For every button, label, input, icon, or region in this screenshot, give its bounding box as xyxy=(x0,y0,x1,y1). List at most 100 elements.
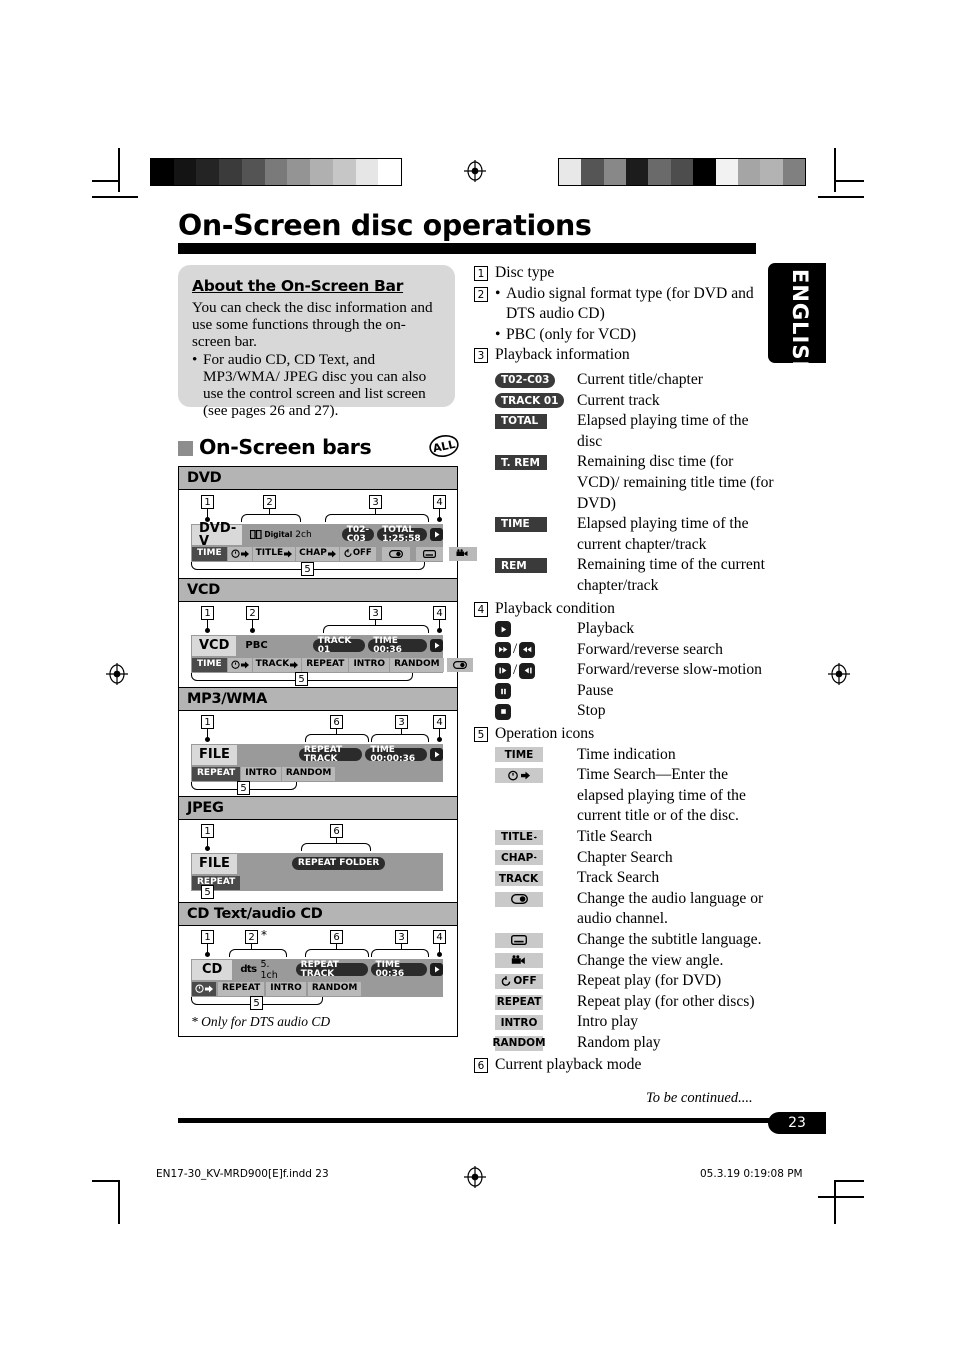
channel-label: 2ch xyxy=(295,529,312,540)
registration-mark-top xyxy=(464,160,486,182)
op-icon-random[interactable]: RANDOM xyxy=(390,657,444,672)
chip-desc: Repeat play (for other discs) xyxy=(577,992,755,1010)
legend-number: 2 xyxy=(474,286,488,302)
legend-item-2: 2 Audio signal format type (for DVD and … xyxy=(474,284,774,346)
audio-icon[interactable] xyxy=(381,546,410,561)
icon-desc: Time Search—Enter the elapsed playing ti… xyxy=(577,766,746,825)
op-icon-chap[interactable]: CHAP xyxy=(296,546,339,561)
callout-2-brace xyxy=(229,949,287,957)
legend-bullet: PBC (only for VCD) xyxy=(495,325,774,346)
op-icon-title-label: TITLE xyxy=(255,548,284,558)
callout-4-dot xyxy=(437,628,442,633)
disc-type-chip: VCD xyxy=(192,635,237,656)
op-icon-repeat[interactable]: REPEAT xyxy=(192,875,241,890)
op-icon-repeat[interactable]: REPEAT xyxy=(192,766,241,781)
title-chapter-chip: T02-C03 xyxy=(495,372,556,388)
legend-item-3: 3 Playback information xyxy=(474,345,774,366)
icon-key xyxy=(495,765,577,786)
title-rule xyxy=(178,243,756,254)
op-icon-title[interactable]: TITLE xyxy=(252,546,296,561)
legend-row: Change the audio language or audio chann… xyxy=(495,889,774,930)
bar-section-title-mp3wma: MP3/WMA xyxy=(179,688,457,711)
track-search-chip: TRACK xyxy=(495,871,543,887)
callout-4: 4 xyxy=(433,930,446,944)
crop-mark-tr-h2 xyxy=(818,196,864,198)
icon-desc: Pause xyxy=(577,681,614,699)
to-be-continued: To be continued.... xyxy=(646,1090,753,1106)
subtitle-icon[interactable] xyxy=(415,546,443,561)
crop-mark-br-v xyxy=(834,1180,836,1224)
op-icon-intro[interactable]: INTRO xyxy=(266,981,306,996)
about-bullet: For audio CD, CD Text, and MP3/WMA/ JPEG… xyxy=(192,351,441,420)
chip-desc: Track Search xyxy=(577,869,660,887)
language-tab-label: ENGLISH xyxy=(788,269,812,380)
fast-forward-icon xyxy=(495,641,511,658)
callout-4: 4 xyxy=(433,715,446,729)
legend-label: Operation icons xyxy=(495,725,595,743)
play-icon xyxy=(430,748,443,761)
channel-label: 5. 1ch xyxy=(260,958,278,981)
icon-desc: Change the audio language or audio chann… xyxy=(577,889,764,928)
legend-row: TIME Elapsed playing time of the current… xyxy=(495,514,774,555)
total-time-chip: TOTAL 1:25:58 xyxy=(377,525,427,543)
callout-1: 1 xyxy=(201,495,214,509)
callout-6: 6 xyxy=(330,824,343,838)
chip-key: INTRO xyxy=(495,1012,577,1033)
footer-rule xyxy=(178,1118,826,1123)
rem-chip: REM xyxy=(495,558,547,574)
crop-mark-tl-h xyxy=(92,180,120,182)
crop-mark-tr-h xyxy=(836,180,864,182)
op-icon-random[interactable]: RANDOM xyxy=(281,766,336,781)
op-icon-repeat-off[interactable]: OFF xyxy=(339,546,376,561)
dolby-digital-icon xyxy=(250,530,262,539)
legend-row: Playback xyxy=(495,619,774,640)
callout-4-dot xyxy=(437,737,442,742)
time-search-icon[interactable] xyxy=(227,657,252,672)
on-screen-bar-dvd: DVD-V Digital 2ch T02-C03 TOTAL 1:25:58 … xyxy=(191,522,477,562)
op-icon-time[interactable]: TIME xyxy=(192,657,227,672)
callout-4-dot xyxy=(437,952,442,957)
language-tab: ENGLISH xyxy=(768,263,826,379)
chip-desc: Time indication xyxy=(577,745,676,763)
bar-section-body-jpeg: 1 6 FILE REPEAT FOLDER REPEAT 5 xyxy=(179,820,457,903)
audio-icon[interactable] xyxy=(446,657,473,672)
legend-row: / Forward/reverse slow-motion xyxy=(495,660,774,681)
op-icon-intro[interactable]: INTRO xyxy=(241,766,281,781)
legend-item-5: 5 Operation icons xyxy=(474,724,774,745)
icon-desc: Playback xyxy=(577,620,635,638)
legend-row: Stop xyxy=(495,701,774,722)
on-screen-bar-cd: CD dts 5. 1ch REPEAT TRACK TIME 00:36 RE… xyxy=(191,959,443,997)
legend-number: 1 xyxy=(474,266,488,281)
bar-section-body-dvd: 1 2 3 4 DVD-V Digital 2ch T02-C03 TOTAL … xyxy=(179,490,477,579)
op-icon-repeat[interactable]: REPEAT xyxy=(302,657,349,672)
legend-row: Change the subtitle language. xyxy=(495,930,774,951)
legend-row: TRACK 01 Current track xyxy=(495,391,774,412)
print-footer-left: EN17-30_KV-MRD900[E]f.indd 23 xyxy=(156,1168,329,1180)
op-icon-track[interactable]: TRACK xyxy=(252,657,302,672)
legend-row: / Forward/reverse search xyxy=(495,640,774,661)
repeat-off-label: OFF xyxy=(513,975,537,988)
time-chip: TIME xyxy=(495,516,547,532)
time-search-icon[interactable] xyxy=(227,546,252,561)
legend-row: Pause xyxy=(495,681,774,702)
callout-1-dot xyxy=(205,952,210,957)
callout-5: 5 xyxy=(250,996,263,1010)
color-calibration-bar-right xyxy=(558,158,806,186)
track-search-label: TRACK xyxy=(498,872,539,885)
legend-item-1: 1 Disc type xyxy=(474,263,774,284)
callout-1-dot xyxy=(205,628,210,633)
legend-label: Playback information xyxy=(495,346,630,364)
angle-icon[interactable] xyxy=(448,546,477,561)
on-screen-bar-jpeg: FILE REPEAT FOLDER REPEAT xyxy=(191,853,443,891)
op-icon-repeat[interactable]: REPEAT xyxy=(218,981,265,996)
op-icon-random[interactable]: RANDOM xyxy=(307,981,362,996)
op-icon-time[interactable]: TIME xyxy=(192,546,227,561)
intro-chip: INTRO xyxy=(495,1015,543,1031)
op-icon-intro[interactable]: INTRO xyxy=(349,657,390,672)
registration-mark-bottom xyxy=(464,1166,486,1188)
callout-3: 3 xyxy=(395,715,408,729)
chapter-search-chip: CHAP xyxy=(495,850,543,866)
time-search-icon[interactable] xyxy=(192,981,216,996)
icon-key xyxy=(495,889,577,910)
icon-key: / xyxy=(495,660,577,681)
